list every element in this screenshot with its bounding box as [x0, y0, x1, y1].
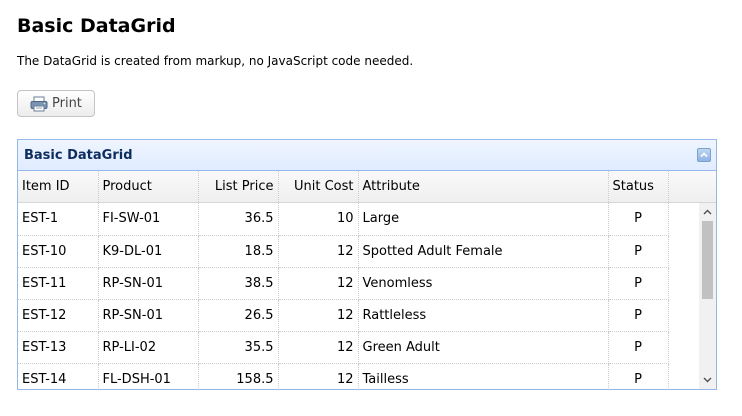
cell-item-id: EST-1	[18, 203, 99, 236]
cell-filler	[668, 235, 698, 267]
cell-attribute: Large	[358, 203, 609, 236]
table-row[interactable]: EST-14 FL-DSH-01 158.5 12 Tailless P	[18, 363, 698, 389]
cell-filler	[668, 299, 698, 331]
cell-list-price: 158.5	[198, 363, 279, 389]
table-row[interactable]: EST-13 RP-LI-02 35.5 12 Green Adult P	[18, 331, 698, 364]
column-header-status[interactable]: Status	[608, 171, 669, 202]
cell-filler	[668, 331, 698, 363]
grid-header: Item ID Product List Price Unit Cost Att…	[18, 171, 716, 203]
table-row[interactable]: EST-1 FI-SW-01 36.5 10 Large P	[18, 203, 698, 236]
cell-item-id: EST-13	[18, 331, 99, 364]
cell-unit-cost: 10	[278, 203, 359, 236]
cell-product: RP-LI-02	[98, 331, 199, 364]
cell-list-price: 18.5	[198, 235, 279, 268]
column-header-item-id[interactable]: Item ID	[18, 171, 99, 202]
cell-list-price: 36.5	[198, 203, 279, 236]
cell-item-id: EST-10	[18, 235, 99, 268]
cell-status: P	[608, 203, 669, 236]
cell-attribute: Spotted Adult Female	[358, 235, 609, 268]
cell-product: RP-SN-01	[98, 299, 199, 332]
scrollbar-thumb[interactable]	[702, 221, 713, 299]
cell-list-price: 26.5	[198, 299, 279, 332]
cell-status: P	[608, 363, 669, 389]
collapse-button[interactable]	[697, 148, 711, 162]
cell-item-id: EST-14	[18, 363, 99, 389]
cell-attribute: Rattleless	[358, 299, 609, 332]
cell-product: K9-DL-01	[98, 235, 199, 268]
panel-title: Basic DataGrid	[24, 148, 133, 163]
datagrid-panel: Basic DataGrid Item ID Product List Pric…	[17, 139, 717, 390]
page-title: Basic DataGrid	[17, 15, 176, 37]
table-row[interactable]: EST-12 RP-SN-01 26.5 12 Rattleless P	[18, 299, 698, 332]
vertical-scrollbar[interactable]	[699, 203, 716, 389]
cell-filler	[668, 267, 698, 299]
cell-unit-cost: 12	[278, 299, 359, 332]
cell-item-id: EST-11	[18, 267, 99, 300]
chevron-down-icon	[703, 377, 712, 383]
cell-status: P	[608, 235, 669, 268]
page-description: The DataGrid is created from markup, no …	[17, 54, 414, 68]
table-row[interactable]: EST-11 RP-SN-01 38.5 12 Venomless P	[18, 267, 698, 300]
cell-status: P	[608, 299, 669, 332]
column-header-product[interactable]: Product	[98, 171, 199, 202]
print-button-label: Print	[52, 96, 82, 111]
cell-status: P	[608, 267, 669, 300]
cell-product: FI-SW-01	[98, 203, 199, 236]
column-header-unit-cost[interactable]: Unit Cost	[278, 171, 359, 202]
scroll-up-button[interactable]	[699, 204, 716, 220]
cell-item-id: EST-12	[18, 299, 99, 332]
cell-status: P	[608, 331, 669, 364]
cell-product: FL-DSH-01	[98, 363, 199, 389]
panel-header: Basic DataGrid	[18, 140, 716, 171]
table-row[interactable]: EST-10 K9-DL-01 18.5 12 Spotted Adult Fe…	[18, 235, 698, 268]
cell-unit-cost: 12	[278, 363, 359, 389]
cell-attribute: Tailless	[358, 363, 609, 389]
chevron-up-icon	[703, 209, 712, 215]
column-header-filler	[668, 171, 698, 202]
column-header-attribute[interactable]: Attribute	[358, 171, 609, 202]
cell-product: RP-SN-01	[98, 267, 199, 300]
cell-unit-cost: 12	[278, 235, 359, 268]
column-header-list-price[interactable]: List Price	[198, 171, 279, 202]
cell-attribute: Green Adult	[358, 331, 609, 364]
cell-unit-cost: 12	[278, 267, 359, 300]
cell-attribute: Venomless	[358, 267, 609, 300]
cell-unit-cost: 12	[278, 331, 359, 364]
printer-icon	[30, 96, 48, 112]
cell-filler	[668, 203, 698, 235]
scroll-down-button[interactable]	[699, 372, 716, 388]
cell-list-price: 35.5	[198, 331, 279, 364]
cell-list-price: 38.5	[198, 267, 279, 300]
grid-body: EST-1 FI-SW-01 36.5 10 Large P EST-10 K9…	[18, 203, 698, 389]
collapse-icon	[700, 152, 708, 158]
cell-filler	[668, 363, 698, 389]
print-button[interactable]: Print	[17, 90, 95, 117]
